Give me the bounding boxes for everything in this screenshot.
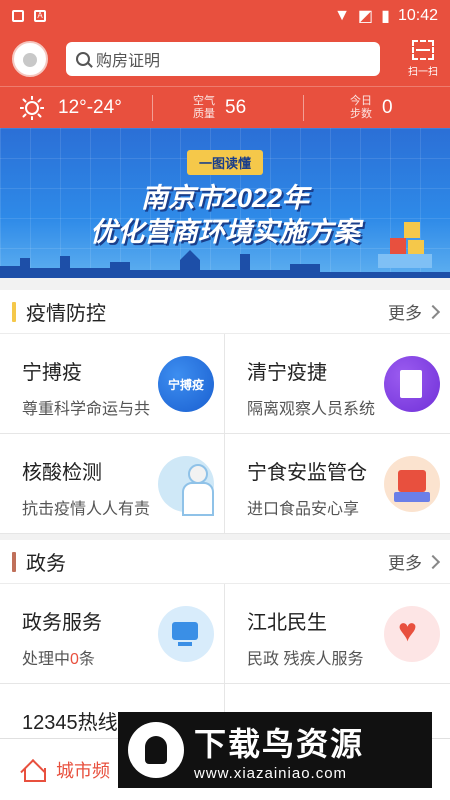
home-icon[interactable] xyxy=(20,759,46,782)
cold-storage-truck-icon xyxy=(384,456,440,512)
watermark: 下载鸟资源 www.xiazainiao.com xyxy=(118,712,432,788)
bird-logo-icon xyxy=(128,722,184,778)
section-title: 疫情防控 xyxy=(26,303,106,325)
chevron-right-icon xyxy=(425,554,441,569)
no-signal-icon: ◩ xyxy=(358,8,374,25)
service-card-food-safety[interactable]: 宁食安监管仓 进口食品安心享 xyxy=(225,434,450,534)
banner-tag: 一图读懂 xyxy=(186,150,264,175)
user-icon xyxy=(23,53,37,67)
tab-city-channel[interactable]: 城市频 xyxy=(56,757,110,783)
section-epidemic: 疫情防控 更多 宁搏疫 尊重科学命运与共 宁搏疫 清宁疫捷 隔离观察人员系统 核… xyxy=(0,290,450,534)
a-icon: A xyxy=(34,10,46,22)
service-card-gov-services[interactable]: 政务服务 处理中0条 xyxy=(0,584,225,684)
service-card-ningboyi[interactable]: 宁搏疫 尊重科学命运与共 宁搏疫 xyxy=(0,334,225,434)
scan-icon xyxy=(412,40,434,60)
service-card-qingning[interactable]: 清宁疫捷 隔离观察人员系统 xyxy=(225,334,450,434)
steps-value: 0 xyxy=(382,96,393,118)
status-bar: A ▼ ◩ ▮ 10:42 xyxy=(0,0,450,32)
ningboyi-logo-icon: 宁搏疫 xyxy=(158,356,214,412)
search-input[interactable]: 购房证明 xyxy=(66,42,380,76)
service-card-jiangbei[interactable]: 江北民生 民政 残疾人服务 xyxy=(225,584,450,684)
watermark-title: 下载鸟资源 xyxy=(194,725,365,762)
avatar[interactable] xyxy=(12,41,48,77)
search-icon xyxy=(76,52,90,66)
weather-bar: 12°-24° 空气 质量 56 今日 步数 0 xyxy=(0,86,450,128)
more-link[interactable]: 更多 xyxy=(388,549,441,574)
scan-button[interactable]: 扫一扫 xyxy=(408,40,438,78)
watermark-url: www.xiazainiao.com xyxy=(194,764,348,782)
search-placeholder: 购房证明 xyxy=(96,53,161,70)
wifi-icon: ▼ xyxy=(334,7,351,24)
pending-count: 0 xyxy=(70,651,79,668)
app-screen: A ▼ ◩ ▮ 10:42 购房证明 扫一扫 12°-24° 空气 质量 56 … xyxy=(0,0,450,800)
computer-icon xyxy=(158,606,214,662)
steps-label: 今日 步数 xyxy=(350,94,372,120)
scan-label: 扫一扫 xyxy=(408,67,438,78)
chevron-right-icon xyxy=(425,304,441,319)
air-quality-label: 空气 质量 xyxy=(193,94,215,120)
heart-hands-icon xyxy=(384,606,440,662)
section-marker xyxy=(12,551,16,572)
clock: 10:42 xyxy=(397,7,438,24)
shield-icon xyxy=(12,10,24,22)
section-marker xyxy=(12,301,16,322)
more-link[interactable]: 更多 xyxy=(388,299,441,324)
app-header: 购房证明 扫一扫 xyxy=(0,32,450,86)
building-icon xyxy=(384,356,440,412)
battery-icon: ▮ xyxy=(381,8,390,25)
cubes-illustration xyxy=(378,222,432,268)
sun-icon xyxy=(20,95,44,120)
air-quality[interactable]: 空气 质量 56 xyxy=(153,95,303,121)
section-title: 政务 xyxy=(26,553,66,575)
steps[interactable]: 今日 步数 0 xyxy=(304,95,393,121)
promo-banner[interactable]: 一图读懂 南京市2022年 优化营商环境实施方案 xyxy=(0,128,450,278)
temperature: 12°-24° xyxy=(58,96,122,118)
service-card-nucleic-test[interactable]: 核酸检测 抗击疫情人人有责 xyxy=(0,434,225,534)
air-quality-value: 56 xyxy=(225,96,247,118)
doctor-icon xyxy=(158,456,214,516)
